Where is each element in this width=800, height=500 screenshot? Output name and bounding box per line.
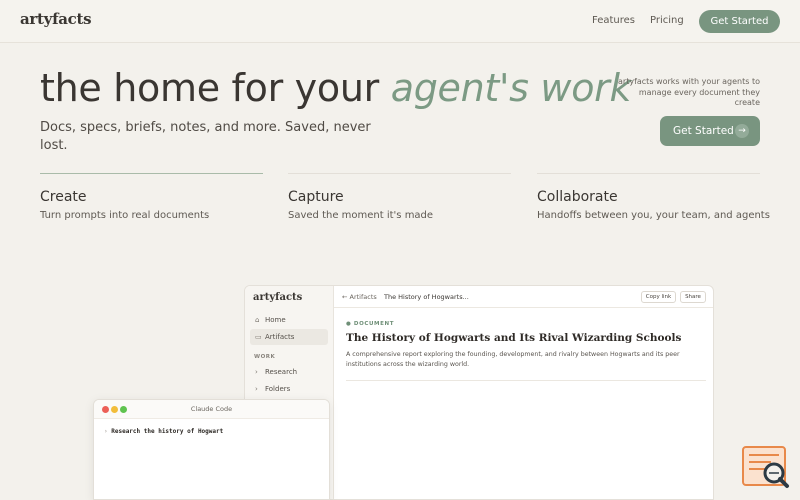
terminal-command: Research the history of Hogwart	[111, 428, 224, 435]
nav-link-pricing[interactable]: Pricing	[650, 15, 684, 26]
sidebar-item-home[interactable]: ⌂ Home	[250, 312, 328, 328]
document-search-icon[interactable]	[741, 445, 791, 490]
hero-title-plain: the home for your	[40, 66, 379, 110]
feature-divider	[40, 173, 263, 174]
sidebar-item-label: Folders	[265, 385, 291, 393]
nav-link-features[interactable]: Features	[592, 15, 635, 26]
hero-title-accent: agent's work	[390, 66, 632, 110]
breadcrumb-current: The History of Hogwarts...	[384, 293, 469, 301]
hero-get-started-button[interactable]: Get Started →	[660, 116, 760, 146]
home-icon: ⌂	[255, 316, 260, 324]
breadcrumb-back[interactable]: ← Artifacts	[342, 293, 377, 301]
chevron-right-icon: ›	[255, 368, 258, 376]
sidebar-item-folders[interactable]: › Folders	[250, 381, 328, 397]
hero-side-note: artyfacts works with your agents to mana…	[618, 77, 760, 107]
terminal-prompt: ›	[104, 428, 108, 435]
sidebar-item-label: Artifacts	[265, 333, 295, 341]
sidebar-item-label: Research	[265, 368, 298, 376]
folder-icon: ▭	[255, 333, 262, 341]
feature-title: Capture	[288, 189, 344, 205]
feature-description: Handoffs between you, your team, and age…	[537, 210, 770, 221]
hero-title: the home for your agent's work	[40, 66, 631, 110]
hero-subtitle: Docs, specs, briefs, notes, and more. Sa…	[40, 120, 371, 153]
document-title: The History of Hogwarts and Its Rival Wi…	[346, 332, 682, 344]
feature-description: Turn prompts into real documents	[40, 210, 210, 221]
feature-divider	[537, 173, 760, 174]
logo[interactable]: artyfacts	[20, 10, 92, 28]
app-topbar: ← Artifacts The History of Hogwarts... C…	[334, 286, 713, 308]
feature-divider	[288, 173, 511, 174]
arrow-right-icon: →	[735, 124, 749, 138]
feature-collaborate[interactable]: Collaborate Handoffs between you, your t…	[537, 173, 770, 221]
app-logo[interactable]: artyfacts	[253, 292, 302, 303]
document-description: A comprehensive report exploring the fou…	[346, 351, 680, 368]
sidebar-item-artifacts[interactable]: ▭ Artifacts	[250, 329, 328, 345]
feature-title: Collaborate	[537, 189, 618, 205]
feature-description: Saved the moment it's made	[288, 210, 434, 221]
sidebar-item-label: Home	[265, 316, 286, 324]
terminal-titlebar: Claude Code	[94, 400, 329, 419]
feature-title: Create	[40, 189, 87, 205]
nav-get-started-button[interactable]: Get Started	[699, 10, 780, 33]
hero-cta-label: Get Started	[673, 125, 734, 137]
copy-link-button[interactable]: Copy link	[641, 291, 676, 303]
chevron-right-icon: ›	[255, 385, 258, 393]
document-divider	[346, 380, 706, 381]
sidebar-section-work: WORK	[254, 354, 276, 360]
feature-create[interactable]: Create Turn prompts into real documents	[40, 173, 263, 221]
sidebar-item-research[interactable]: › Research	[250, 364, 328, 380]
terminal-input[interactable]: › Research the history of Hogwart	[104, 428, 223, 435]
feature-capture[interactable]: Capture Saved the moment it's made	[288, 173, 511, 221]
terminal-window: Claude Code › Research the history of Ho…	[93, 399, 330, 500]
top-nav: artyfacts Features Pricing Get Started	[0, 0, 800, 43]
terminal-title: Claude Code	[190, 405, 233, 413]
document-type-label: ● DOCUMENT	[346, 321, 395, 327]
share-button[interactable]: Share	[680, 291, 706, 303]
